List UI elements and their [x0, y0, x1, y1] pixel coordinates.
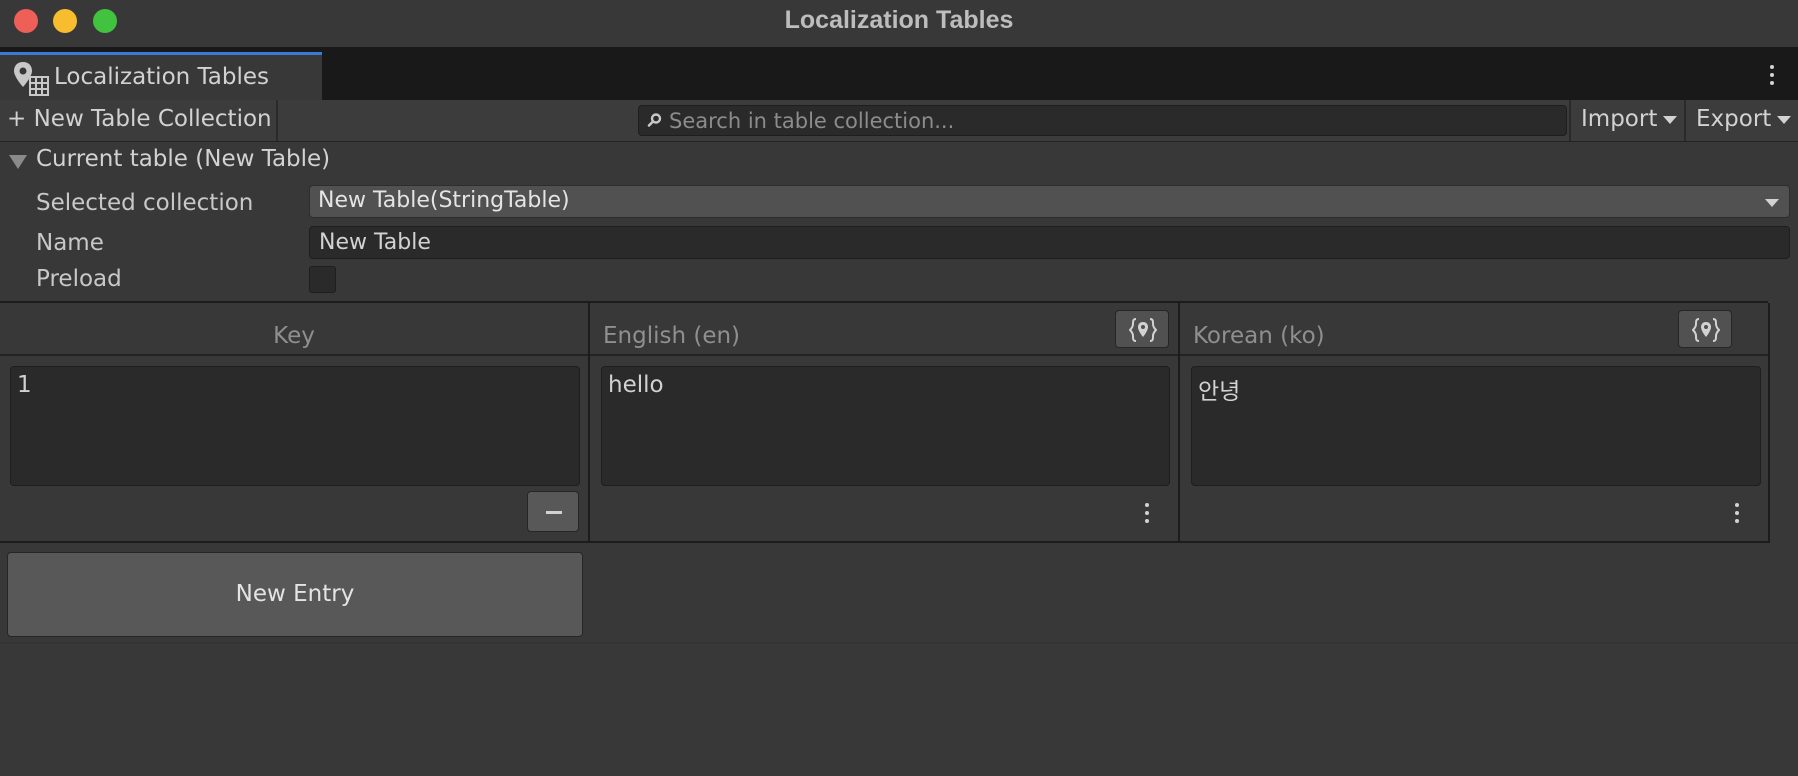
search-field: [638, 105, 1567, 136]
tab-localization-tables[interactable]: Localization Tables: [0, 52, 322, 100]
tab-label: Localization Tables: [54, 64, 269, 90]
locale-icon: [1692, 318, 1720, 342]
new-table-collection-button[interactable]: + New Table Collection: [0, 100, 278, 141]
column-header-key[interactable]: Key: [0, 303, 588, 356]
preload-label: Preload: [36, 266, 122, 292]
key-cell[interactable]: 1: [10, 366, 580, 486]
selected-collection-label: Selected collection: [36, 190, 254, 216]
chevron-down-icon: [1765, 199, 1779, 207]
column-header-label: Korean (ko): [1193, 323, 1325, 349]
name-field[interactable]: New Table: [309, 226, 1790, 259]
name-label: Name: [36, 230, 104, 256]
search-input[interactable]: [669, 106, 1549, 135]
chevron-down-icon: [1663, 115, 1678, 124]
minus-icon: [546, 511, 562, 514]
toolbar: + New Table Collection Import Export: [0, 100, 1798, 142]
korean-column: Korean (ko) 안녕: [1178, 303, 1770, 543]
korean-cell[interactable]: 안녕: [1191, 366, 1761, 486]
selected-collection-dropdown[interactable]: New Table(StringTable): [309, 185, 1790, 218]
window-title: Localization Tables: [784, 6, 1014, 34]
import-button[interactable]: Import: [1569, 100, 1684, 141]
column-header-korean[interactable]: Korean (ko): [1180, 303, 1768, 356]
selected-collection-value: New Table(StringTable): [318, 188, 570, 213]
export-label: Export: [1696, 106, 1772, 132]
english-cell[interactable]: hello: [601, 366, 1170, 486]
column-header-label: English (en): [603, 323, 741, 349]
search-icon: [647, 113, 662, 127]
preload-checkbox[interactable]: [309, 266, 336, 293]
title-bar: Localization Tables: [0, 0, 1798, 47]
foldout-arrow-icon[interactable]: [9, 155, 27, 169]
english-column: English (en) hello: [588, 303, 1178, 543]
window-menu-icon[interactable]: [1770, 65, 1774, 85]
entries-table: Key 1 English (en) hello Korean (ko) 안녕: [0, 301, 1770, 543]
english-locale-button[interactable]: [1115, 310, 1169, 348]
section-title[interactable]: Current table (New Table): [36, 146, 330, 172]
import-label: Import: [1581, 106, 1658, 132]
key-column: Key 1: [0, 303, 588, 543]
column-header-english[interactable]: English (en): [590, 303, 1178, 356]
new-entry-button[interactable]: New Entry: [7, 552, 583, 637]
export-button[interactable]: Export: [1684, 100, 1798, 141]
divider: [0, 642, 1798, 644]
tab-strip: Localization Tables: [0, 47, 1798, 100]
locale-icon: [1129, 318, 1157, 342]
localization-table-icon: [14, 62, 49, 96]
chevron-down-icon: [1777, 115, 1792, 124]
korean-locale-button[interactable]: [1678, 310, 1732, 348]
column-header-label: Key: [273, 323, 315, 349]
remove-entry-button[interactable]: [527, 491, 579, 532]
korean-cell-menu-icon[interactable]: [1735, 503, 1739, 523]
english-cell-menu-icon[interactable]: [1145, 503, 1149, 523]
